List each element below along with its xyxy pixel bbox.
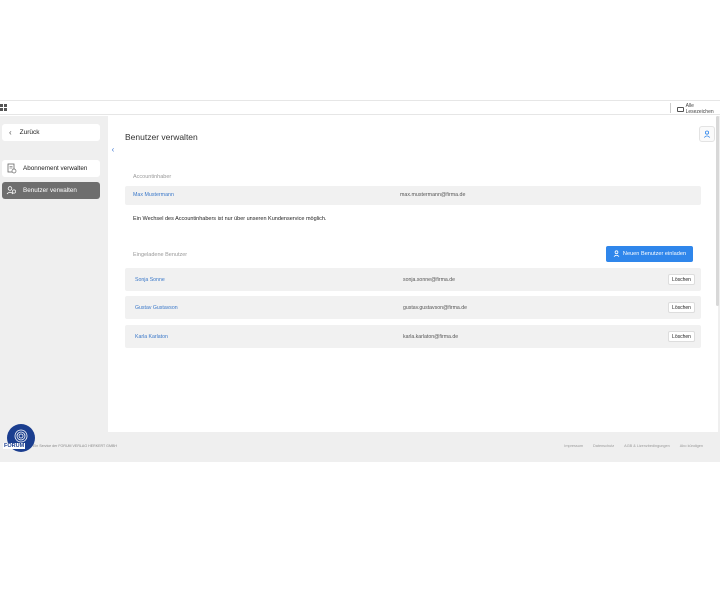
all-bookmarks-button[interactable]: Alle Lesezeichen	[677, 103, 720, 115]
chevron-left-icon: ‹	[111, 144, 115, 154]
delete-button[interactable]: Löschen	[668, 274, 695, 285]
delete-button[interactable]: Löschen	[668, 331, 695, 342]
user-email: karla.karlaton@firma.de	[403, 334, 459, 340]
owner-name[interactable]: Max Mustermann	[133, 192, 174, 198]
logo-text: FORUM	[3, 443, 26, 449]
page-title: Benutzer verwalten	[125, 132, 198, 142]
user-name[interactable]: Gustav Gustavson	[135, 305, 178, 311]
table-row: Karla Karlaton karla.karlaton@firma.de L…	[125, 325, 701, 348]
collapse-sidebar-button[interactable]: ‹	[108, 142, 118, 156]
invite-button-label: Neuen Benutzer einladen	[622, 251, 687, 257]
page: Alle Lesezeichen ‹ Zurück Abonnement ver…	[0, 0, 720, 600]
back-button[interactable]: ‹ Zurück	[2, 124, 100, 141]
owner-note: Ein Wechsel des Accountinhabers ist nur …	[133, 216, 327, 222]
owner-email: max.mustermann@firma.de	[400, 192, 466, 198]
bookmark-separator	[670, 103, 671, 113]
table-row: Sonja Sonne sonja.sonne@firma.de Löschen	[125, 268, 701, 291]
user-plus-icon	[613, 249, 620, 259]
user-email: gustav.gustavson@firma.de	[403, 305, 467, 311]
app-area: ‹ Zurück Abonnement verwalten Benutzer v…	[0, 116, 720, 462]
document-icon	[6, 163, 17, 174]
main-content: Benutzer verwalten Accountinhaber Max Mu…	[108, 116, 718, 432]
back-label: Zurück	[19, 129, 40, 136]
sidebar-item-benutzer[interactable]: Benutzer verwalten	[2, 182, 100, 199]
sidebar-item-abonnement[interactable]: Abonnement verwalten	[2, 160, 100, 177]
bookmark-bar: Alle Lesezeichen	[0, 100, 720, 115]
footer-service-text: Ein Service der FORUM VERLAG HERKERT GMB…	[33, 444, 117, 448]
users-icon	[6, 185, 17, 196]
sidebar: ‹ Zurück Abonnement verwalten Benutzer v…	[0, 116, 107, 432]
sidebar-item-label: Benutzer verwalten	[23, 187, 77, 194]
user-icon	[703, 125, 711, 143]
invite-user-button[interactable]: Neuen Benutzer einladen	[606, 246, 693, 262]
owner-section-label: Accountinhaber	[133, 174, 172, 180]
footer-link-datenschutz[interactable]: Datenschutz	[593, 444, 614, 448]
delete-button[interactable]: Löschen	[668, 302, 695, 313]
sidebar-item-label: Abonnement verwalten	[23, 165, 88, 172]
apps-grid-icon[interactable]	[0, 104, 7, 111]
chevron-left-icon: ‹	[9, 128, 12, 137]
table-row: Gustav Gustavson gustav.gustavson@firma.…	[125, 296, 701, 319]
user-name[interactable]: Karla Karlaton	[135, 334, 168, 340]
footer-links: Impressum Datenschutz AGB & Lizenzbeding…	[564, 444, 703, 448]
account-button[interactable]	[699, 126, 715, 142]
footer-link-abo-kuendigen[interactable]: Abo kündigen	[680, 444, 703, 448]
folder-icon	[677, 106, 684, 112]
user-email: sonja.sonne@firma.de	[403, 277, 455, 283]
all-bookmarks-label: Alle Lesezeichen	[685, 103, 714, 115]
footer: Ein Service der FORUM VERLAG HERKERT GMB…	[0, 434, 720, 462]
footer-link-agb[interactable]: AGB & Lizenzbedingungen	[624, 444, 670, 448]
scrollbar[interactable]	[716, 116, 719, 306]
owner-row: Max Mustermann max.mustermann@firma.de	[125, 186, 701, 205]
invited-section-label: Eingeladene Benutzer	[133, 252, 188, 258]
user-name[interactable]: Sonja Sonne	[135, 277, 165, 283]
footer-link-impressum[interactable]: Impressum	[564, 444, 583, 448]
